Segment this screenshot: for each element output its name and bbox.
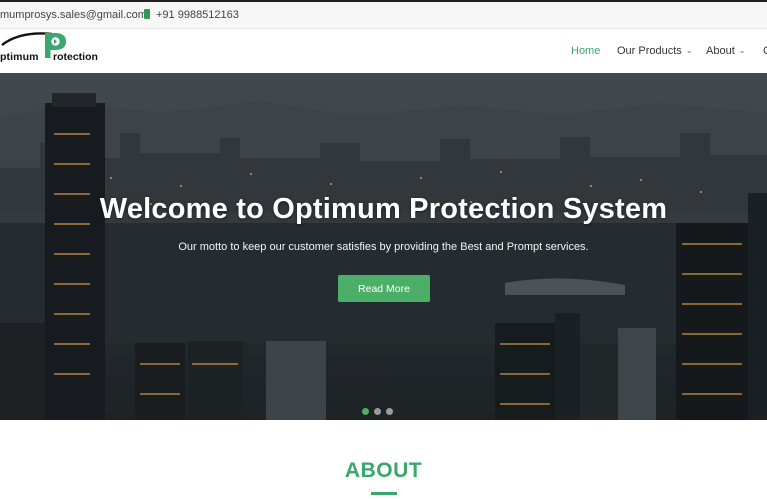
site-header: ptimum rotection Home Our Products ⌄ Abou… <box>0 29 767 73</box>
nav-about[interactable]: About ⌄ <box>706 45 745 57</box>
nav-our-products[interactable]: Our Products ⌄ <box>617 45 693 57</box>
contact-bar: mumprosys.sales@gmail.com +91 9988512163 <box>0 2 767 29</box>
nav-contact[interactable]: C <box>763 45 767 57</box>
contact-phone[interactable]: +91 9988512163 <box>144 9 239 21</box>
hero-title: Welcome to Optimum Protection System <box>99 193 668 225</box>
chevron-down-icon: ⌄ <box>685 46 693 55</box>
main-nav: Home Our Products ⌄ About ⌄ C <box>0 45 767 61</box>
nav-about-label: About <box>706 45 735 57</box>
contact-email[interactable]: mumprosys.sales@gmail.com <box>0 9 147 21</box>
hero-motto: Our motto to keep our customer satisfies… <box>178 241 589 253</box>
nav-home[interactable]: Home <box>571 45 600 57</box>
slider-dot-3[interactable] <box>386 408 393 415</box>
about-heading: ABOUT <box>344 459 423 482</box>
read-more-button[interactable]: Read More <box>338 275 430 302</box>
hero-slider: Welcome to Optimum Protection System Our… <box>0 73 767 420</box>
contact-phone-number: +91 9988512163 <box>156 9 239 21</box>
chevron-down-icon: ⌄ <box>738 46 746 55</box>
nav-our-products-label: Our Products <box>617 45 682 57</box>
slider-dots <box>362 402 398 415</box>
about-underline <box>371 492 397 495</box>
phone-icon <box>144 9 150 19</box>
slider-dot-2[interactable] <box>374 408 381 415</box>
logo-swoosh <box>1 32 53 46</box>
slider-dot-1[interactable] <box>362 408 369 415</box>
